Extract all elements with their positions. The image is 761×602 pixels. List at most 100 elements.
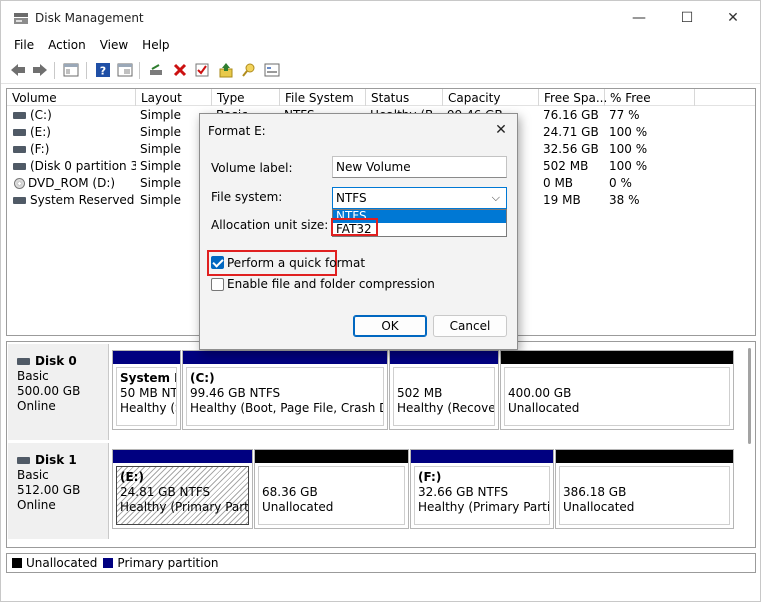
partition-system-reserved[interactable]: System Re 50 MB NTFS Healthy (S bbox=[112, 350, 181, 430]
disk-name: Disk 1 bbox=[35, 453, 77, 467]
disk-map: Disk 0 Basic 500.00 GB Online System Re … bbox=[6, 341, 756, 548]
legend-item-unallocated: Unallocated bbox=[12, 556, 97, 570]
partition-name bbox=[397, 371, 494, 386]
col-free-space[interactable]: Free Spa... bbox=[539, 89, 607, 106]
ok-button[interactable]: OK bbox=[353, 315, 427, 337]
move-up-icon[interactable] bbox=[217, 61, 235, 79]
partition-unallocated[interactable]: 400.00 GB Unallocated bbox=[500, 350, 734, 430]
partition-name bbox=[563, 470, 729, 485]
disk-management-window: Disk Management — ☐ ✕ File Action View H… bbox=[0, 0, 761, 602]
drive-icon bbox=[13, 162, 26, 170]
partition-detail: 400.00 GB bbox=[508, 386, 572, 400]
partition-status: Healthy (Primary Partitio bbox=[418, 500, 550, 514]
legend-swatch bbox=[103, 558, 114, 568]
volume-free-space: 76.16 GB bbox=[543, 108, 599, 122]
quick-format-checkbox[interactable] bbox=[211, 256, 224, 269]
col-volume[interactable]: Volume bbox=[7, 89, 136, 106]
col-file-system[interactable]: File System bbox=[280, 89, 366, 106]
disk-0-label[interactable]: Disk 0 Basic 500.00 GB Online bbox=[8, 344, 109, 440]
partition-f[interactable]: (F:) 32.66 GB NTFS Healthy (Primary Part… bbox=[410, 449, 554, 529]
col-layout[interactable]: Layout bbox=[136, 89, 212, 106]
col-type[interactable]: Type bbox=[212, 89, 280, 106]
check-list-icon[interactable] bbox=[193, 61, 211, 79]
minimize-button[interactable]: — bbox=[617, 7, 661, 29]
col-capacity[interactable]: Capacity bbox=[443, 89, 539, 106]
file-system-selected-value: NTFS bbox=[336, 191, 367, 205]
volume-free-space: 502 MB bbox=[543, 159, 589, 173]
close-button[interactable]: ✕ bbox=[711, 7, 755, 29]
compression-checkbox[interactable] bbox=[211, 278, 224, 291]
menu-file[interactable]: File bbox=[1, 35, 41, 55]
partition-e-selected[interactable]: (E:) 24.81 GB NTFS Healthy (Primary Part… bbox=[112, 449, 253, 529]
partition-color-bar bbox=[113, 351, 180, 364]
partition-c[interactable]: (C:) 99.46 GB NTFS Healthy (Boot, Page F… bbox=[182, 350, 388, 430]
disk-type: Basic bbox=[17, 468, 49, 482]
menu-bar: File Action View Help bbox=[1, 35, 760, 55]
legend-item-primary: Primary partition bbox=[103, 556, 219, 570]
volume-list-header: Volume Layout Type File System Status Ca… bbox=[7, 89, 755, 106]
partition-detail: 386.18 GB bbox=[563, 485, 627, 499]
disk-size: 500.00 GB bbox=[17, 384, 81, 398]
partition-recovery[interactable]: 502 MB Healthy (Recovery bbox=[389, 350, 499, 430]
volume-name: (F:) bbox=[30, 142, 50, 156]
disk-state: Online bbox=[17, 498, 56, 512]
volume-name: (E:) bbox=[30, 125, 51, 139]
drive-icon bbox=[13, 196, 26, 204]
partition-name bbox=[508, 371, 729, 386]
dialog-close-button[interactable]: ✕ bbox=[491, 120, 511, 140]
title-bar: Disk Management — ☐ ✕ bbox=[1, 1, 760, 35]
disk-name: Disk 0 bbox=[35, 354, 77, 368]
help-icon[interactable]: ? bbox=[94, 61, 112, 79]
console-tree-icon[interactable] bbox=[62, 61, 80, 79]
file-system-label: File system: bbox=[211, 190, 283, 204]
quick-format-label: Perform a quick format bbox=[227, 256, 366, 270]
partition-detail: 502 MB bbox=[397, 386, 443, 400]
allocation-unit-size-label: Allocation unit size: bbox=[211, 218, 329, 232]
search-key-icon[interactable] bbox=[240, 61, 258, 79]
window-title: Disk Management bbox=[35, 11, 144, 25]
file-system-select[interactable]: NTFS ⌵ bbox=[332, 187, 507, 209]
col-status[interactable]: Status bbox=[366, 89, 443, 106]
disk-size: 512.00 GB bbox=[17, 483, 81, 497]
partition-detail: 50 MB NTFS bbox=[120, 386, 177, 400]
volume-percent-free: 100 % bbox=[609, 159, 648, 173]
drive-icon bbox=[13, 145, 26, 153]
settings-panel-icon[interactable] bbox=[263, 61, 281, 79]
partition-unallocated[interactable]: 386.18 GB Unallocated bbox=[555, 449, 734, 529]
partition-name bbox=[262, 470, 404, 485]
volume-free-space: 0 MB bbox=[543, 176, 574, 190]
cd-drive-icon bbox=[14, 178, 25, 189]
col-percent-free[interactable]: % Free bbox=[605, 89, 695, 106]
partition-color-bar bbox=[390, 351, 498, 364]
forward-arrow-icon[interactable] bbox=[31, 61, 49, 79]
volume-percent-free: 38 % bbox=[609, 193, 640, 207]
volume-free-space: 19 MB bbox=[543, 193, 581, 207]
disk-1-label[interactable]: Disk 1 Basic 512.00 GB Online bbox=[8, 443, 109, 539]
delete-icon[interactable] bbox=[171, 61, 189, 79]
menu-view[interactable]: View bbox=[93, 35, 135, 55]
disk-icon bbox=[17, 357, 30, 365]
volume-free-space: 24.71 GB bbox=[543, 125, 599, 139]
partition-detail: 32.66 GB NTFS bbox=[418, 485, 509, 499]
connect-drive-icon[interactable] bbox=[147, 61, 165, 79]
partition-status: Unallocated bbox=[563, 500, 635, 514]
partition-status: Healthy (Recovery bbox=[397, 401, 495, 415]
partition-detail: 99.46 GB NTFS bbox=[190, 386, 281, 400]
partition-unallocated[interactable]: 68.36 GB Unallocated bbox=[254, 449, 409, 529]
vertical-scrollbar[interactable] bbox=[748, 348, 751, 444]
menu-help[interactable]: Help bbox=[135, 35, 176, 55]
volume-name: (Disk 0 partition 3) bbox=[30, 159, 136, 173]
partition-name: (C:) bbox=[190, 371, 215, 385]
toolbar-separator bbox=[86, 62, 87, 79]
partition-status: Healthy (Boot, Page File, Crash Dum bbox=[190, 401, 383, 415]
volume-label-input[interactable]: New Volume bbox=[332, 156, 507, 178]
maximize-button[interactable]: ☐ bbox=[665, 7, 709, 29]
back-arrow-icon[interactable] bbox=[9, 61, 27, 79]
menu-action[interactable]: Action bbox=[41, 35, 93, 55]
partition-status: Healthy (S bbox=[120, 401, 177, 415]
partition-color-bar bbox=[556, 450, 733, 463]
cancel-button[interactable]: Cancel bbox=[433, 315, 507, 337]
properties-icon[interactable] bbox=[116, 61, 134, 79]
partition-name: System Re bbox=[120, 371, 176, 385]
partition-color-bar bbox=[113, 450, 252, 463]
